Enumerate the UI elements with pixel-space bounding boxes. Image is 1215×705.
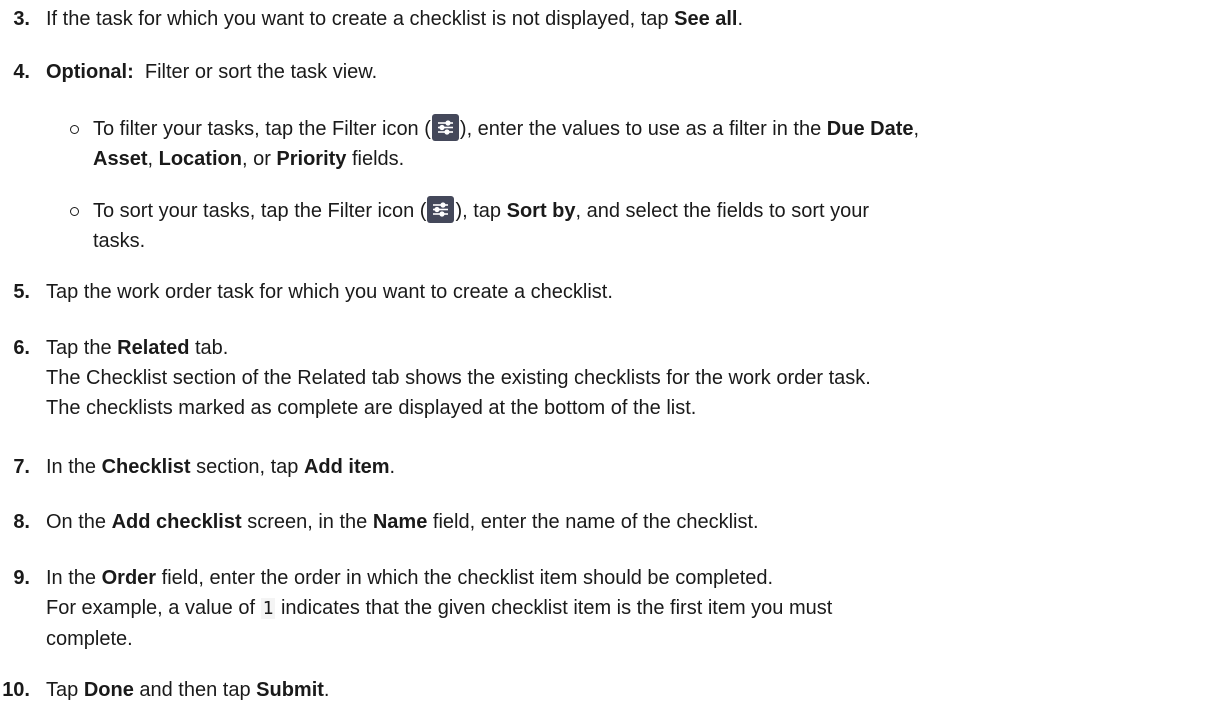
ui-term: Priority (276, 148, 347, 170)
step-text: If the task for which you want to create… (46, 8, 675, 30)
ui-term: Name (372, 511, 428, 533)
bullet-icon (70, 125, 79, 134)
procedure-steps: 3. If the task for which you want to cre… (0, 0, 1215, 701)
step-text: Tap (46, 679, 84, 701)
step-note: complete. (46, 628, 133, 650)
step-text: . (737, 8, 744, 30)
ui-term: Location (158, 148, 242, 170)
step-text: tab. (189, 337, 229, 359)
step-note: The checklists marked as complete are di… (46, 397, 697, 419)
substep-text: ), enter the values to use as a filter i… (459, 118, 827, 140)
substep-text: To filter your tasks, tap the Filter ico… (93, 118, 431, 140)
ui-term: Due Date (826, 118, 914, 140)
step-number: 8. (13, 511, 30, 533)
ui-term: Related (117, 337, 190, 359)
separator: , (147, 148, 159, 170)
ui-term: Checklist (101, 456, 191, 478)
step-number: 9. (13, 567, 30, 589)
step-text: In the (46, 456, 102, 478)
ui-term: Add item (303, 456, 390, 478)
substep-text: ), tap (455, 200, 507, 222)
step-number: 3. (13, 8, 30, 30)
step-text: and then tap (133, 679, 257, 701)
step-number: 5. (13, 281, 30, 303)
step-text: screen, in the (241, 511, 373, 533)
optional-label: Optional: (46, 61, 134, 83)
step-number: 7. (13, 456, 30, 478)
bullet-icon (70, 207, 79, 216)
code-value: 1 (260, 598, 276, 619)
ui-term: Add checklist (111, 511, 242, 533)
substep-text: , and select the fields to sort your (575, 200, 870, 222)
step-note: The Checklist section of the Related tab… (46, 367, 871, 389)
step-text: Tap the work order task for which you wa… (46, 281, 613, 303)
substep-text: To sort your tasks, tap the Filter icon … (93, 200, 427, 222)
step-text: section, tap (190, 456, 304, 478)
step-text: In the (46, 567, 102, 589)
step-number: 6. (13, 337, 30, 359)
step-text: . (389, 456, 396, 478)
step-note: For example, a value of (46, 597, 261, 619)
step-text: . (323, 679, 330, 701)
step-number: 10. (2, 679, 30, 701)
ui-term: See all (674, 8, 738, 30)
step-text: Filter or sort the task view. (133, 61, 378, 83)
separator: , (913, 118, 920, 140)
ui-term: Asset (93, 148, 148, 170)
step-text: On the (46, 511, 112, 533)
step-text: Tap the (46, 337, 118, 359)
step-text: field, enter the order in which the chec… (156, 567, 774, 589)
filter-icon (431, 114, 459, 141)
ui-term: Submit (256, 679, 324, 701)
substep-text: tasks. (93, 230, 146, 252)
substep-text: fields. (346, 148, 405, 170)
ui-term: Sort by (506, 200, 576, 222)
ui-term: Done (83, 679, 134, 701)
step-text: field, enter the name of the checklist. (427, 511, 759, 533)
filter-icon (427, 196, 455, 223)
step-number: 4. (13, 61, 30, 83)
ui-term: Order (101, 567, 157, 589)
separator: , or (241, 148, 277, 170)
step-note: indicates that the given checklist item … (275, 597, 833, 619)
